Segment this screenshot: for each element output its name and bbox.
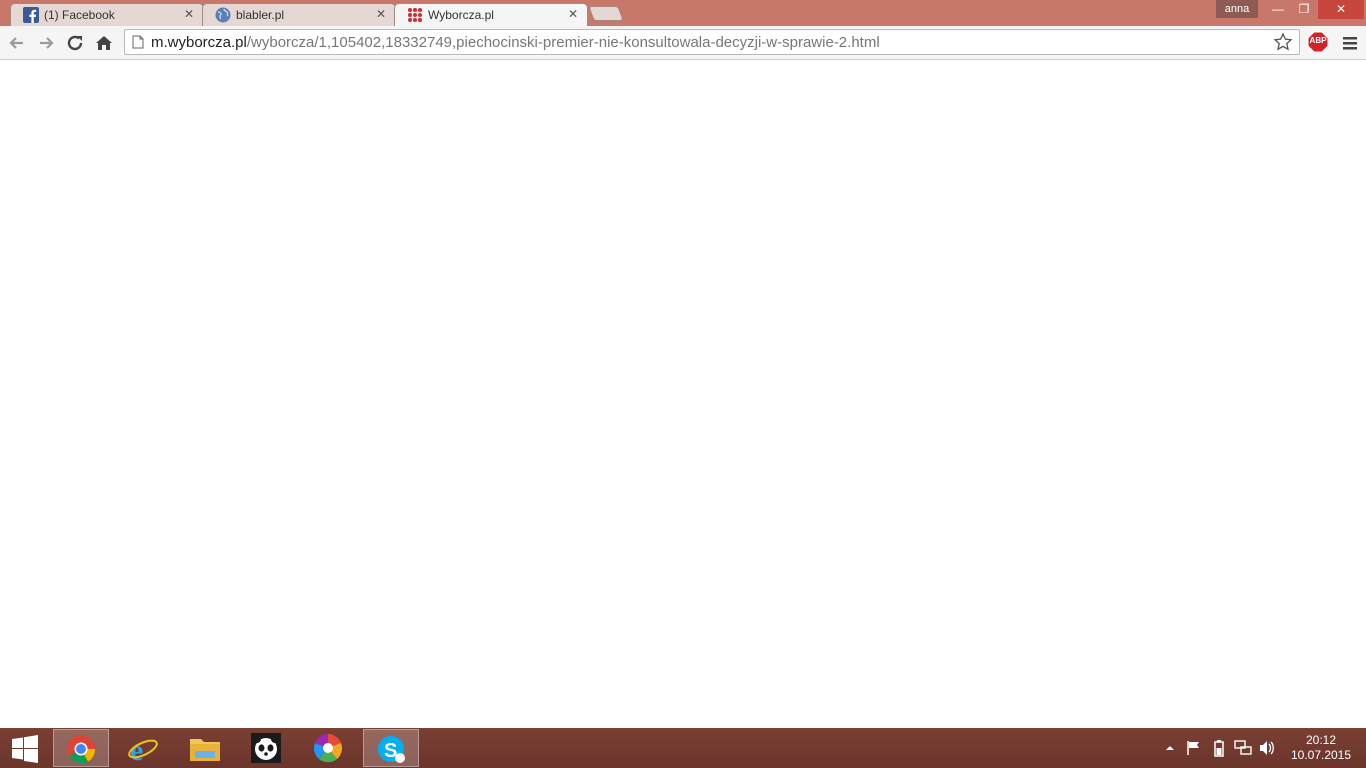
close-tab-icon[interactable]: ✕ [375, 8, 387, 20]
globe-icon [215, 7, 231, 23]
taskbar-chrome[interactable] [53, 729, 109, 767]
show-hidden-icons-chevron-icon[interactable] [1164, 742, 1176, 754]
home-icon[interactable] [93, 32, 115, 54]
tab-blabler[interactable]: blabler.pl ✕ [202, 3, 396, 26]
address-bar[interactable]: m.wyborcza.pl/wyborcza/1,105402,18332749… [124, 29, 1300, 55]
tab-title: blabler.pl [236, 8, 285, 22]
profile-button[interactable]: anna [1216, 0, 1258, 18]
tab-wyborcza[interactable]: Wyborcza.pl ✕ [394, 3, 588, 27]
restore-icon[interactable]: ❐ [1291, 0, 1317, 19]
bookmark-star-icon[interactable] [1273, 32, 1293, 52]
tab-facebook[interactable]: (1) Facebook ✕ [10, 3, 204, 26]
windows-start-icon [12, 735, 38, 763]
network-icon[interactable] [1234, 739, 1252, 757]
panda-icon [251, 733, 281, 763]
back-arrow-icon[interactable] [6, 32, 28, 54]
adblock-plus-icon[interactable]: ABP [1307, 31, 1329, 53]
clock-date: 10.07.2015 [1290, 748, 1352, 762]
battery-power-icon[interactable] [1210, 739, 1228, 757]
url-host: m.wyborcza.pl [151, 34, 247, 51]
page-icon [132, 35, 144, 49]
clock-time: 20:12 [1305, 733, 1337, 747]
facebook-icon [23, 7, 39, 23]
wyborcza-icon [408, 8, 422, 22]
close-window-icon[interactable]: ✕ [1318, 0, 1364, 19]
forward-arrow-icon[interactable] [35, 32, 57, 54]
skype-icon: S [378, 736, 405, 763]
taskbar-panda-antivirus[interactable] [239, 729, 295, 767]
menu-hamburger-icon[interactable] [1339, 32, 1361, 54]
close-tab-icon[interactable]: ✕ [567, 8, 579, 20]
close-tab-icon[interactable]: ✕ [183, 8, 195, 20]
system-clock[interactable]: 20:12 10.07.2015 [1286, 733, 1356, 763]
reload-icon[interactable] [64, 32, 86, 54]
url-text: m.wyborcza.pl/wyborcza/1,105402,18332749… [151, 34, 880, 51]
adblock-badge-text: ABP [1309, 36, 1327, 45]
taskbar-picasa[interactable] [301, 729, 357, 767]
action-center-flag-icon[interactable] [1186, 740, 1202, 756]
browser-toolbar: m.wyborcza.pl/wyborcza/1,105402,18332749… [0, 26, 1366, 60]
file-explorer-icon [190, 739, 220, 761]
start-button[interactable] [0, 729, 50, 767]
tab-title: (1) Facebook [44, 8, 115, 22]
windows-taskbar: e S 20:12 10.07.2015 [0, 728, 1366, 768]
picasa-icon [313, 734, 343, 763]
chrome-icon [67, 735, 96, 764]
minimize-icon[interactable]: — [1265, 0, 1291, 19]
tab-title: Wyborcza.pl [428, 8, 494, 22]
taskbar-skype[interactable]: S [363, 729, 419, 767]
url-path: /wyborcza/1,105402,18332749,piechocinski… [246, 34, 880, 51]
tab-strip: (1) Facebook ✕ blabler.pl ✕ Wyborcza.pl … [0, 0, 1366, 27]
taskbar-internet-explorer[interactable]: e [115, 729, 171, 767]
new-tab-button[interactable] [588, 6, 624, 21]
taskbar-file-explorer[interactable] [177, 729, 233, 767]
volume-speaker-icon[interactable] [1258, 739, 1276, 757]
page-content[interactable] [0, 61, 1366, 728]
internet-explorer-icon: e [128, 734, 158, 765]
